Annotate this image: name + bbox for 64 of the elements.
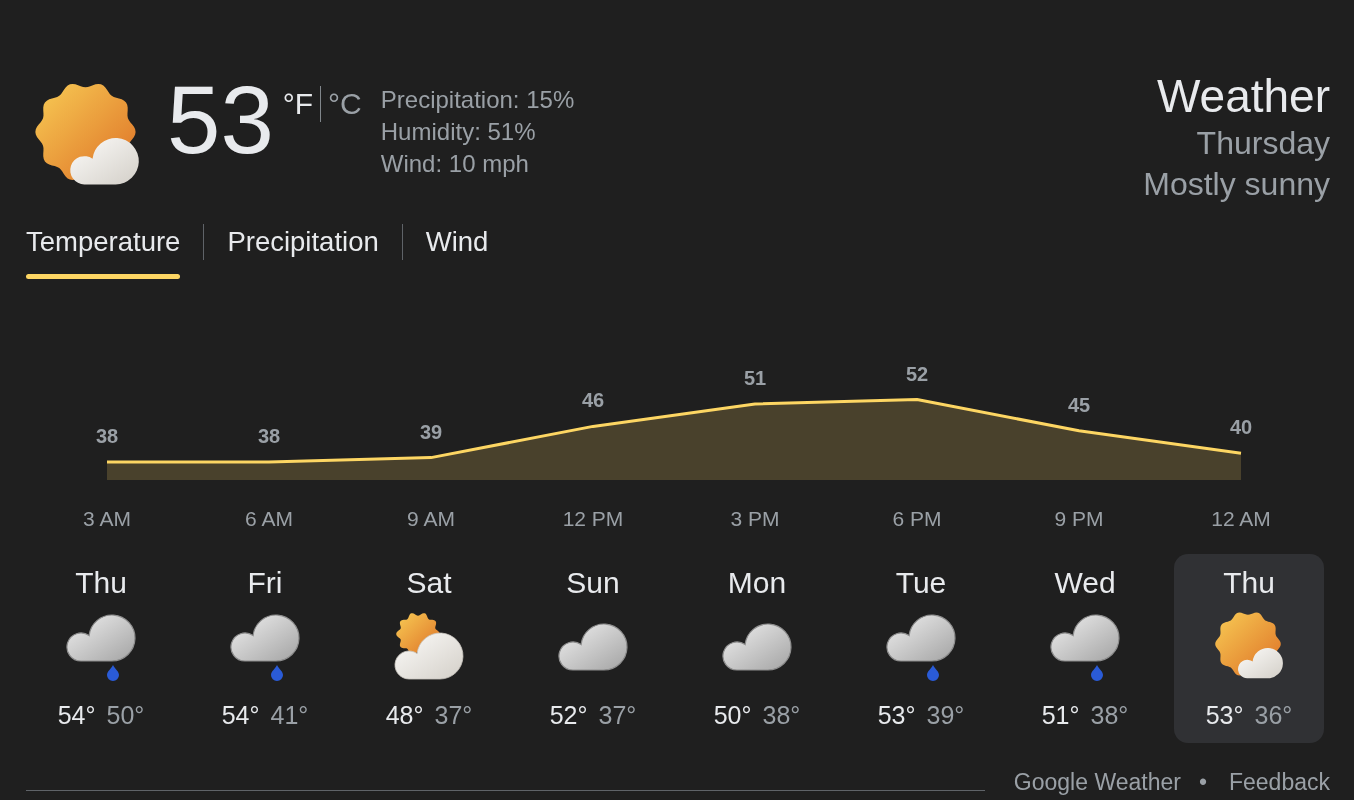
- axis-label: 9 PM: [1054, 507, 1104, 530]
- condition-text: Mostly sunny: [1143, 165, 1330, 204]
- detail-text: Wind: 10 mph: [380, 149, 530, 179]
- high-temperature: 54°: [57, 700, 96, 730]
- day-name: Thu: [75, 565, 127, 601]
- low-temperature: 38°: [1090, 700, 1129, 730]
- day-name: Fri: [247, 565, 283, 601]
- value-label: 40: [1229, 416, 1253, 439]
- high-temperature: 52°: [549, 700, 588, 730]
- axis-label: 6 AM: [245, 507, 293, 530]
- chart-tab[interactable]: Temperature: [26, 224, 181, 279]
- low-temperature: 36°: [1254, 700, 1293, 730]
- high-temperature: 51°: [1041, 700, 1080, 730]
- separator-dot: •: [1198, 769, 1207, 795]
- detail-text: Humidity: 51%: [380, 117, 537, 147]
- low-temperature: 50°: [106, 700, 145, 730]
- day-name: Thu: [1223, 565, 1275, 601]
- unit-toggle-link[interactable]: °C: [328, 89, 362, 119]
- chart-tab[interactable]: Wind: [425, 224, 489, 279]
- day-name: Sun: [566, 565, 620, 601]
- unit-toggle-link[interactable]: °F: [282, 89, 314, 119]
- day-forecast-tile[interactable]: Wed 51° 38°: [1010, 554, 1160, 743]
- detail-text: Precipitation: 15%: [380, 85, 575, 115]
- value-label: 45: [1067, 393, 1091, 416]
- value-label: 38: [95, 425, 119, 448]
- day-name: Sat: [406, 565, 452, 601]
- day-name: Tue: [895, 565, 947, 601]
- high-temperature: 54°: [221, 700, 260, 730]
- axis-label: 12 AM: [1211, 507, 1271, 530]
- day-forecast-tile[interactable]: Mon 50° 38°: [682, 554, 832, 743]
- weather-heading: Weather: [1155, 70, 1330, 123]
- day-forecast-tile[interactable]: Fri 54° 41°: [190, 554, 340, 743]
- low-temperature: 37°: [434, 700, 473, 730]
- day-name: Mon: [727, 565, 787, 601]
- day-forecast-tile[interactable]: Sun 52° 37°: [518, 554, 668, 743]
- high-temperature: 53°: [877, 700, 916, 730]
- day-forecast-tile[interactable]: Thu 54° 50°: [26, 554, 176, 743]
- high-temperature: 50°: [713, 700, 752, 730]
- footer-link[interactable]: Feedback: [1229, 769, 1330, 795]
- temperature-reading: 53: [167, 72, 274, 168]
- low-temperature: 41°: [270, 700, 309, 730]
- axis-label: 12 PM: [562, 507, 624, 530]
- sun-behind-cloud-icon: [393, 610, 465, 682]
- value-label: 46: [581, 389, 605, 412]
- chart-tab[interactable]: Precipitation: [227, 224, 379, 279]
- day-name: Wed: [1054, 565, 1116, 601]
- value-label: 39: [419, 420, 443, 443]
- high-temperature: 53°: [1205, 700, 1244, 730]
- low-temperature: 37°: [598, 700, 637, 730]
- axis-label: 9 AM: [407, 507, 455, 530]
- axis-label: 6 PM: [892, 507, 942, 530]
- value-label: 52: [905, 362, 929, 385]
- day-forecast-tile[interactable]: Thu 53° 36°: [1174, 554, 1324, 743]
- day-text: Thursday: [1195, 124, 1330, 163]
- high-temperature: 48°: [385, 700, 424, 730]
- day-forecast-tile[interactable]: Sat 48° 37°: [354, 554, 504, 743]
- day-forecast-tile[interactable]: Tue 53° 39°: [846, 554, 996, 743]
- low-temperature: 39°: [926, 700, 965, 730]
- value-label: 51: [743, 367, 767, 389]
- footer-link[interactable]: Google Weather: [1013, 769, 1181, 795]
- low-temperature: 38°: [762, 700, 801, 730]
- axis-label: 3 PM: [730, 507, 780, 530]
- value-label: 38: [257, 425, 281, 448]
- axis-label: 3 AM: [83, 507, 131, 530]
